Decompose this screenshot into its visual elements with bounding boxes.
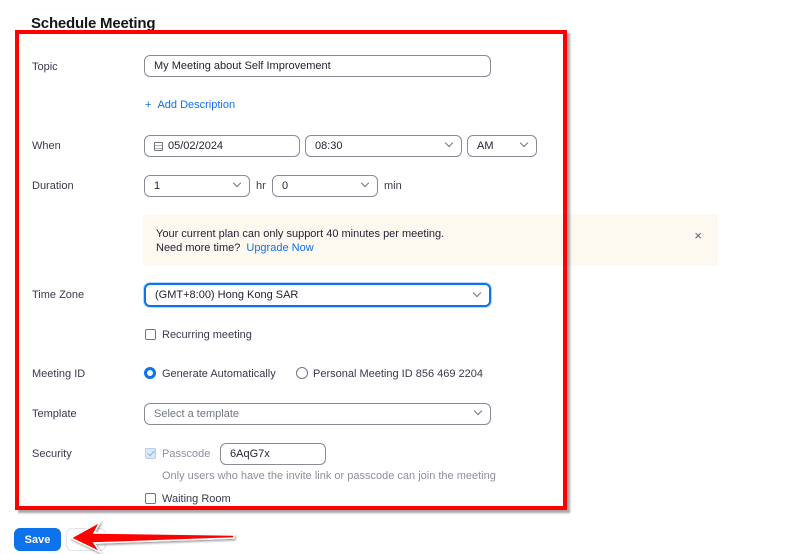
chevron-down-icon (444, 138, 454, 148)
passcode-label: Passcode (162, 448, 211, 460)
duration-label: Duration (32, 180, 74, 192)
close-icon[interactable]: × (694, 228, 702, 243)
annotation-arrow-icon (69, 520, 235, 554)
time-select[interactable]: 08:30 (305, 135, 462, 157)
chevron-down-icon (519, 138, 529, 148)
personal-meeting-id-radio[interactable] (296, 367, 308, 379)
ampm-value: AM (477, 140, 494, 152)
timezone-value: (GMT+8:00) Hong Kong SAR (155, 289, 299, 301)
plus-icon: + (145, 99, 152, 111)
waiting-room-checkbox[interactable] (145, 493, 156, 504)
generate-automatically-radio[interactable] (144, 367, 156, 379)
passcode-value: 6AqG7x (230, 448, 270, 460)
calendar-icon (154, 141, 163, 151)
minutes-unit: min (384, 180, 402, 192)
generate-automatically-label: Generate Automatically (162, 368, 276, 380)
time-value: 08:30 (315, 140, 343, 152)
save-button[interactable]: Save (14, 528, 61, 551)
notice-need-more-time: Need more time? (156, 242, 241, 254)
date-picker[interactable]: 05/02/2024 (144, 135, 300, 157)
date-value: 05/02/2024 (168, 140, 224, 152)
annotation-highlight-box (15, 30, 567, 510)
notice-line2: Need more time? Upgrade Now (156, 242, 314, 254)
recurring-label: Recurring meeting (162, 329, 252, 341)
ampm-select[interactable]: AM (467, 135, 537, 157)
arrow-shape (69, 520, 235, 554)
when-label: When (32, 140, 61, 152)
recurring-checkbox[interactable] (145, 329, 156, 340)
chevron-down-icon (472, 288, 482, 298)
meeting-id-label: Meeting ID (32, 368, 86, 380)
plan-limit-notice: Your current plan can only support 40 mi… (143, 214, 718, 266)
duration-hours-select[interactable]: 1 (144, 175, 250, 197)
upgrade-now-link[interactable]: Upgrade Now (246, 242, 313, 254)
template-select[interactable]: Select a template (144, 403, 491, 425)
notice-message: Your current plan can only support 40 mi… (156, 228, 445, 240)
chevron-down-icon (360, 178, 370, 188)
minutes-value: 0 (282, 180, 289, 192)
topic-value: My Meeting about Self Improvement (154, 60, 331, 72)
add-description-label: Add Description (157, 99, 236, 111)
duration-minutes-select[interactable]: 0 (272, 175, 378, 197)
template-placeholder: Select a template (154, 408, 239, 420)
waiting-room-label: Waiting Room (162, 493, 231, 505)
chevron-down-icon (232, 178, 242, 188)
passcode-hint: Only users who have the invite link or p… (162, 470, 496, 482)
passcode-input[interactable]: 6AqG7x (220, 443, 326, 465)
template-label: Template (32, 408, 77, 420)
page-title: Schedule Meeting (31, 15, 156, 32)
passcode-checkbox[interactable] (145, 448, 156, 459)
security-label: Security (32, 448, 72, 460)
personal-meeting-id-label: Personal Meeting ID 856 469 2204 (313, 368, 484, 380)
timezone-label: Time Zone (32, 289, 85, 301)
chevron-down-icon (473, 406, 483, 416)
hours-value: 1 (154, 180, 161, 192)
hours-unit: hr (256, 180, 266, 192)
topic-label: Topic (32, 61, 58, 73)
add-description-link[interactable]: + Add Description (145, 99, 235, 111)
timezone-select[interactable]: (GMT+8:00) Hong Kong SAR (144, 283, 491, 307)
topic-input[interactable]: My Meeting about Self Improvement (144, 55, 491, 77)
